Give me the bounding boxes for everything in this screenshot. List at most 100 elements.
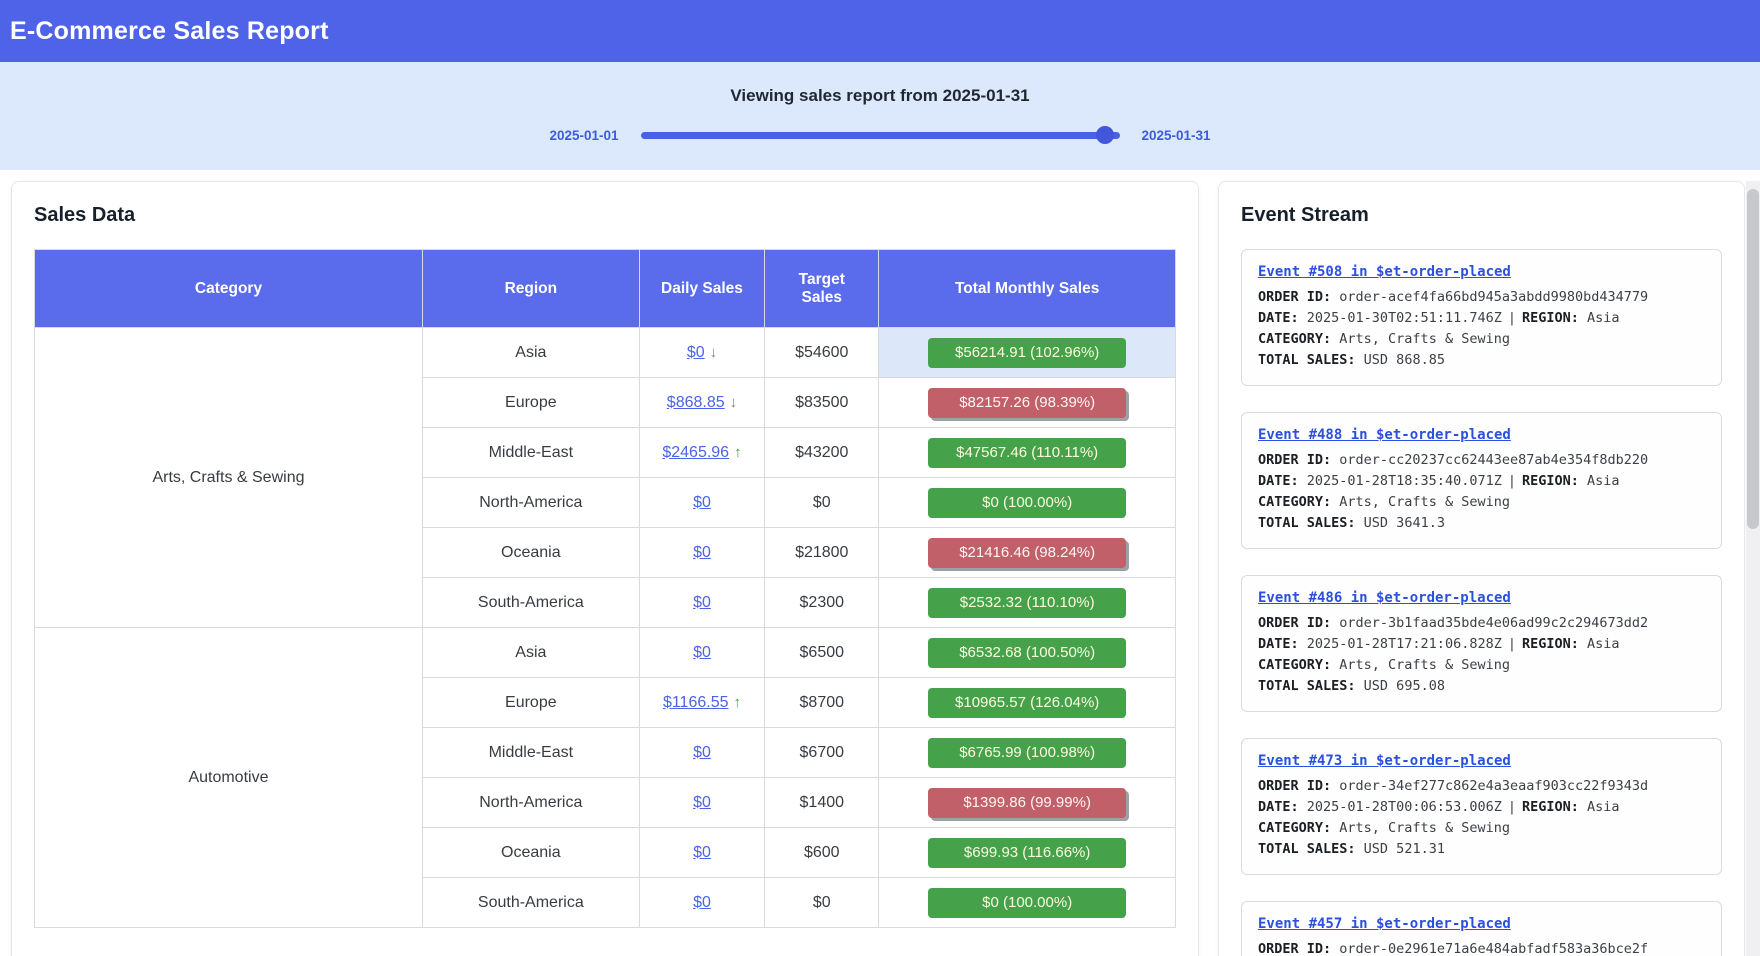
region-cell: Europe bbox=[422, 378, 639, 428]
region-cell: South-America bbox=[422, 578, 639, 628]
daily-sales-link[interactable]: $0 bbox=[693, 544, 711, 561]
total-monthly-sales-cell: $10965.57 (126.04%) bbox=[879, 678, 1176, 728]
event-date-region-line: DATE: 2025-01-28T00:06:53.006Z|REGION: A… bbox=[1258, 797, 1705, 818]
daily-sales-link[interactable]: $1166.55 bbox=[663, 694, 729, 711]
app-header: E-Commerce Sales Report bbox=[0, 0, 1760, 62]
daily-sales-cell: $0 bbox=[639, 578, 765, 628]
pipe-separator: | bbox=[1502, 799, 1522, 815]
total-sales-label: TOTAL SALES: bbox=[1258, 678, 1356, 694]
event-total-sales-line: TOTAL SALES: USD 695.08 bbox=[1258, 676, 1705, 697]
region-cell: Asia bbox=[422, 328, 639, 378]
daily-sales-link[interactable]: $0 bbox=[687, 344, 705, 361]
region-cell: Europe bbox=[422, 678, 639, 728]
event-order-id-line: ORDER ID: order-3b1faad35bde4e06ad99c2c2… bbox=[1258, 613, 1705, 634]
order-id-label: ORDER ID: bbox=[1258, 941, 1331, 956]
event-stream-card: Event Stream Event #508 in $et-order-pla… bbox=[1218, 181, 1745, 956]
page-scrollbar-thumb[interactable] bbox=[1747, 189, 1759, 529]
target-sales-cell: $600 bbox=[765, 828, 879, 878]
event-title-link[interactable]: Event #486 in $et-order-placed bbox=[1258, 588, 1511, 609]
total-monthly-sales-cell: $82157.26 (98.39%) bbox=[879, 378, 1176, 428]
event-card: Event #508 in $et-order-placedORDER ID: … bbox=[1241, 249, 1722, 386]
daily-sales-link[interactable]: $868.85 bbox=[667, 394, 725, 411]
category-cell: Arts, Crafts & Sewing bbox=[35, 328, 423, 628]
daily-sales-link[interactable]: $0 bbox=[693, 844, 711, 861]
table-row: Arts, Crafts & SewingAsia$0↓$54600$56214… bbox=[35, 328, 1176, 378]
target-sales-cell: $0 bbox=[765, 878, 879, 928]
region-cell: Asia bbox=[422, 628, 639, 678]
sales-data-card: Sales Data Category Region Daily Sales T… bbox=[11, 181, 1199, 956]
column-header-target-sales: Target Sales bbox=[765, 250, 879, 328]
date-label: DATE: bbox=[1258, 473, 1299, 489]
column-header-total-monthly-sales: Total Monthly Sales bbox=[879, 250, 1176, 328]
daily-sales-cell: $1166.55↑ bbox=[639, 678, 765, 728]
event-order-id-line: ORDER ID: order-cc20237cc62443ee87ab4e35… bbox=[1258, 450, 1705, 471]
daily-sales-link[interactable]: $0 bbox=[693, 744, 711, 761]
pipe-separator: | bbox=[1502, 636, 1522, 652]
sales-table: Category Region Daily Sales Target Sales… bbox=[34, 249, 1176, 928]
total-sales-badge: $0 (100.00%) bbox=[928, 888, 1126, 918]
daily-sales-cell: $0 bbox=[639, 778, 765, 828]
daily-sales-cell: $0 bbox=[639, 628, 765, 678]
daily-sales-link[interactable]: $0 bbox=[693, 594, 711, 611]
order-id-label: ORDER ID: bbox=[1258, 615, 1331, 631]
daily-sales-cell: $0 bbox=[639, 828, 765, 878]
total-sales-badge: $0 (100.00%) bbox=[928, 488, 1126, 518]
region-label: REGION: bbox=[1522, 310, 1579, 326]
daily-sales-link[interactable]: $0 bbox=[693, 894, 711, 911]
target-sales-cell: $54600 bbox=[765, 328, 879, 378]
slider-section: Viewing sales report from 2025-01-31 202… bbox=[0, 62, 1760, 170]
total-monthly-sales-cell: $2532.32 (110.10%) bbox=[879, 578, 1176, 628]
total-monthly-sales-cell: $6765.99 (100.98%) bbox=[879, 728, 1176, 778]
total-monthly-sales-cell: $21416.46 (98.24%) bbox=[879, 528, 1176, 578]
event-title-link[interactable]: Event #473 in $et-order-placed bbox=[1258, 751, 1511, 772]
target-sales-cell: $0 bbox=[765, 478, 879, 528]
page-title: E-Commerce Sales Report bbox=[10, 17, 329, 46]
daily-sales-cell: $0 bbox=[639, 478, 765, 528]
daily-sales-cell: $0↓ bbox=[639, 328, 765, 378]
daily-sales-link[interactable]: $0 bbox=[693, 494, 711, 511]
pipe-separator: | bbox=[1502, 473, 1522, 489]
event-total-sales-line: TOTAL SALES: USD 3641.3 bbox=[1258, 513, 1705, 534]
daily-sales-link[interactable]: $2465.96 bbox=[662, 444, 729, 461]
target-sales-cell: $43200 bbox=[765, 428, 879, 478]
event-stream-list: Event #508 in $et-order-placed ORDER ID: … bbox=[1241, 249, 1722, 956]
total-sales-label: TOTAL SALES: bbox=[1258, 352, 1356, 368]
daily-sales-cell: $868.85↓ bbox=[639, 378, 765, 428]
event-date-region-line: DATE: 2025-01-28T17:21:06.828Z|REGION: A… bbox=[1258, 634, 1705, 655]
date-label: DATE: bbox=[1258, 310, 1299, 326]
slider-max-label: 2025-01-31 bbox=[1142, 128, 1211, 143]
daily-sales-cell: $0 bbox=[639, 878, 765, 928]
total-monthly-sales-cell: $0 (100.00%) bbox=[879, 878, 1176, 928]
total-sales-badge: $10965.57 (126.04%) bbox=[928, 688, 1126, 718]
event-title-link[interactable]: Event #488 in $et-order-placed bbox=[1258, 425, 1511, 446]
event-total-sales-line: TOTAL SALES: USD 868.85 bbox=[1258, 350, 1705, 371]
date-slider-thumb[interactable] bbox=[1096, 126, 1114, 144]
event-order-id-line: ORDER ID: order-0e2961e71a6e484abfadf583… bbox=[1258, 939, 1705, 956]
total-sales-badge: $1399.86 (99.99%) bbox=[928, 788, 1126, 818]
date-label: DATE: bbox=[1258, 799, 1299, 815]
region-cell: North-America bbox=[422, 478, 639, 528]
order-id-label: ORDER ID: bbox=[1258, 289, 1331, 305]
event-title-link[interactable]: Event #508 in $et-order-placed bbox=[1258, 262, 1511, 283]
target-sales-cell: $1400 bbox=[765, 778, 879, 828]
event-title-link[interactable]: Event #457 in $et-order-placed bbox=[1258, 914, 1511, 935]
target-sales-cell: $6700 bbox=[765, 728, 879, 778]
total-sales-badge: $82157.26 (98.39%) bbox=[928, 388, 1126, 418]
daily-sales-link[interactable]: $0 bbox=[693, 794, 711, 811]
daily-sales-cell: $0 bbox=[639, 728, 765, 778]
daily-sales-link[interactable]: $0 bbox=[693, 644, 711, 661]
page-scrollbar-track[interactable] bbox=[1746, 181, 1760, 956]
total-monthly-sales-cell: $56214.91 (102.96%) bbox=[879, 328, 1176, 378]
total-sales-badge: $2532.32 (110.10%) bbox=[928, 588, 1126, 618]
event-date-region-line: DATE: 2025-01-30T02:51:11.746Z|REGION: A… bbox=[1258, 308, 1705, 329]
target-sales-cell: $8700 bbox=[765, 678, 879, 728]
category-label: CATEGORY: bbox=[1258, 657, 1331, 673]
sales-table-header-row: Category Region Daily Sales Target Sales… bbox=[35, 250, 1176, 328]
date-slider-track[interactable] bbox=[641, 132, 1120, 139]
column-header-region: Region bbox=[422, 250, 639, 328]
slider-row: 2025-01-01 2025-01-31 bbox=[0, 128, 1760, 143]
event-total-sales-line: TOTAL SALES: USD 521.31 bbox=[1258, 839, 1705, 860]
slider-heading: Viewing sales report from 2025-01-31 bbox=[0, 86, 1760, 106]
slider-min-label: 2025-01-01 bbox=[549, 128, 618, 143]
trend-up-icon: ↑ bbox=[733, 694, 741, 711]
